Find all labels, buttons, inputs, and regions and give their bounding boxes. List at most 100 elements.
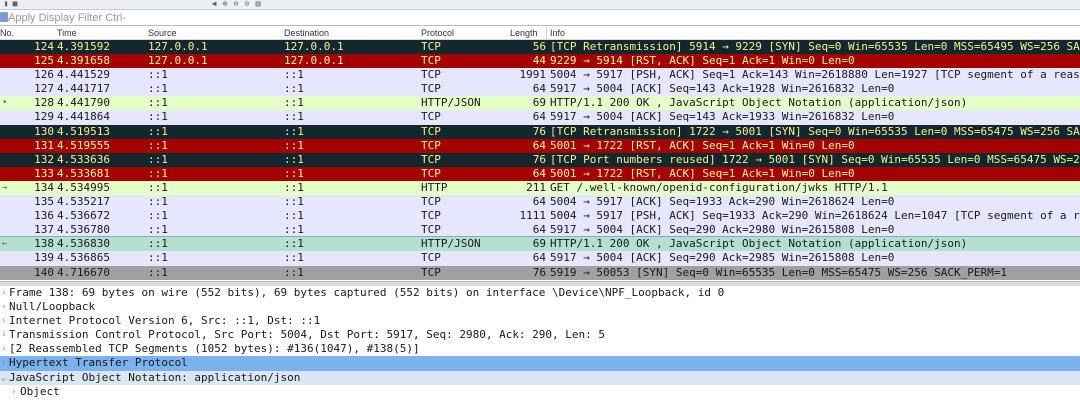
- packet-info: 5917 → 5004 [ACK] Seq=143 Ack=1933 Win=2…: [550, 110, 895, 124]
- packet-row[interactable]: 137 4.536780::1::1 TCP 64 5917 → 5004 [ACK] …: [0, 223, 1080, 238]
- go-back-icon[interactable]: ◀: [210, 0, 218, 8]
- column-length[interactable]: Length: [510, 28, 538, 38]
- packet-source: ::1: [148, 237, 168, 251]
- detail-tree-label: Transmission Control Protocol, Src Port:…: [9, 328, 606, 342]
- column-info[interactable]: Info: [550, 28, 565, 38]
- detail-tree-label: Frame 138: 69 bytes on wire (552 bits), …: [9, 286, 725, 299]
- packet-destination: ::1: [284, 180, 304, 194]
- main-toolbar: ▮ ■ ◀ ⊕ ⊖ ⊙ ▥: [0, 0, 1080, 10]
- column-source[interactable]: Source: [148, 28, 177, 38]
- packet-time: 4.391592: [57, 40, 110, 53]
- packet-row[interactable]: 125 4.391658 127.0.0.1 127.0.0.1 TCP 44 9229 →…: [0, 54, 1080, 69]
- detail-tree-item[interactable]: › Hypertext Transfer Protocol: [0, 356, 1080, 371]
- column-destination[interactable]: Destination: [284, 28, 329, 38]
- packet-info: 5917 → 5004 [ACK] Seq=290 Ack=2980 Win=2…: [550, 223, 895, 237]
- packet-row[interactable]: 124 4.391592 127.0.0.1 127.0.0.1 TCP 56 [TCP R…: [0, 40, 1080, 55]
- packet-source: ::1: [148, 180, 168, 194]
- packet-row[interactable]: 127 4.441717::1::1 TCP 64 5917 → 5004 [ACK] …: [0, 82, 1080, 97]
- packet-row[interactable]: 126 4.441529::1::1 TCP 1991 5004 → 5917 [PSH…: [0, 68, 1080, 83]
- packet-info: HTTP/1.1 200 OK , JavaScript Object Nota…: [550, 96, 968, 110]
- packet-time: 4.716670: [57, 265, 110, 279]
- stop-icon[interactable]: ■: [11, 0, 19, 8]
- packet-row[interactable]: 135 4.535217::1::1 TCP 64 5004 → 5917 [ACK] …: [0, 195, 1080, 210]
- packet-source: ::1: [148, 68, 168, 82]
- packet-info: GET /.well-known/openid-configuration/jw…: [550, 180, 888, 194]
- packet-protocol: TCP: [421, 124, 441, 138]
- packet-row[interactable]: 140 4.716670::1::1 TCP 76 5919 → 50053 [SYN]…: [0, 265, 1080, 280]
- packet-source: ::1: [148, 138, 168, 152]
- packet-row[interactable]: 132 4.533636::1::1 TCP 76 [TCP Port numbers …: [0, 152, 1080, 167]
- packet-source: 127.0.0.1: [148, 40, 208, 53]
- collapse-arrow-icon[interactable]: ⌄: [1, 371, 9, 385]
- packet-length: 64: [532, 195, 546, 209]
- detail-tree-item[interactable]: › Object: [0, 385, 1080, 399]
- packet-destination: 127.0.0.1: [284, 54, 344, 68]
- column-no[interactable]: No.: [0, 28, 14, 38]
- packet-info: 5917 → 5004 [ACK] Seq=143 Ack=1928 Win=2…: [550, 82, 895, 96]
- packet-protocol: HTTP/JSON: [421, 237, 481, 251]
- expand-arrow-icon[interactable]: ›: [1, 286, 9, 300]
- zoom-out-icon[interactable]: ⊖: [232, 0, 240, 8]
- packet-info: 5004 → 5917 [PSH, ACK] Seq=1933 Ack=290 …: [550, 209, 1080, 223]
- packet-row[interactable]: 139 4.536865::1::1 TCP 64 5917 → 5004 [ACK] …: [0, 251, 1080, 266]
- packet-length: 64: [532, 166, 546, 180]
- packet-row[interactable]: → 134 4.534995::1::1 HTTP 211 GET /.well-know…: [0, 180, 1080, 196]
- expand-arrow-icon[interactable]: ›: [11, 385, 19, 399]
- packet-time: 4.441864: [57, 110, 110, 124]
- packet-info: 5919 → 50053 [SYN] Seq=0 Win=65535 Len=0…: [550, 265, 1007, 279]
- open-icon[interactable]: ▮: [2, 0, 10, 8]
- packet-length: 211: [526, 180, 546, 194]
- zoom-reset-icon[interactable]: ⊙: [243, 0, 251, 8]
- expand-arrow-icon[interactable]: ›: [1, 314, 9, 328]
- bookmark-filter-icon[interactable]: [0, 12, 8, 22]
- packet-time: 4.441529: [57, 68, 110, 82]
- expand-arrow-icon[interactable]: ›: [1, 342, 9, 356]
- packet-list-header: No. Time Source Destination Protocol Len…: [0, 27, 1080, 40]
- packet-number: 131: [34, 138, 54, 152]
- packet-destination: ::1: [284, 251, 304, 265]
- packet-length: 76: [532, 265, 546, 279]
- packet-protocol: TCP: [421, 54, 441, 68]
- detail-tree-item[interactable]: › [2 Reassembled TCP Segments (1052 bytes…: [0, 342, 1080, 356]
- packet-number: 128: [34, 96, 54, 110]
- packet-protocol: TCP: [421, 251, 441, 265]
- packet-source: ::1: [148, 195, 168, 209]
- column-separator[interactable]: [546, 27, 547, 39]
- packet-source: ::1: [148, 152, 168, 166]
- detail-tree-item[interactable]: › Internet Protocol Version 6, Src: ::1, …: [0, 314, 1080, 328]
- packet-source: ::1: [148, 209, 168, 223]
- zoom-in-icon[interactable]: ⊕: [221, 0, 229, 8]
- resize-columns-icon[interactable]: ▥: [254, 0, 262, 8]
- packet-row[interactable]: ← 138 4.536830::1::1 HTTP/JSON 69 HTTP/1.1 20…: [0, 236, 1080, 253]
- detail-tree-label: Hypertext Transfer Protocol: [9, 356, 188, 370]
- packet-row[interactable]: • 128 4.441790::1::1 HTTP/JSON 69 HTTP/1.1 20…: [0, 96, 1080, 111]
- packet-row[interactable]: 131 4.519555::1::1 TCP 64 5001 → 1722 [RST, …: [0, 138, 1080, 153]
- expand-arrow-icon[interactable]: ›: [1, 356, 9, 370]
- packet-protocol: TCP: [421, 265, 441, 279]
- display-filter-input[interactable]: [8, 10, 608, 25]
- packet-row[interactable]: 129 4.441864::1::1 TCP 64 5917 → 5004 [ACK] …: [0, 110, 1080, 125]
- packet-list: 124 4.391592 127.0.0.1 127.0.0.1 TCP 56 [TCP R…: [0, 40, 1080, 280]
- packet-length: 76: [532, 124, 546, 138]
- packet-destination: ::1: [284, 82, 304, 96]
- packet-row[interactable]: 133 4.533681::1::1 TCP 64 5001 → 1722 [RST, …: [0, 166, 1080, 181]
- packet-row[interactable]: 136 4.536672::1::1 TCP 1111 5004 → 5917 [PSH…: [0, 209, 1080, 224]
- expand-arrow-icon[interactable]: ›: [1, 328, 9, 342]
- packet-number: 134: [34, 180, 54, 194]
- packet-destination: ::1: [284, 209, 304, 223]
- detail-tree-item[interactable]: › Transmission Control Protocol, Src Port…: [0, 328, 1080, 342]
- detail-tree-label: Object: [20, 384, 60, 398]
- detail-tree-item[interactable]: › Null/Loopback: [0, 300, 1080, 314]
- detail-tree-label: Null/Loopback: [9, 300, 96, 314]
- expand-arrow-icon[interactable]: ›: [1, 300, 9, 314]
- packet-info: 5001 → 1722 [RST, ACK] Seq=1 Ack=1 Win=0…: [550, 166, 855, 180]
- column-protocol[interactable]: Protocol: [421, 28, 454, 38]
- packet-time: 4.391658: [57, 54, 110, 68]
- detail-tree-item[interactable]: › Frame 138: 69 bytes on wire (552 bits),…: [0, 286, 1080, 300]
- column-time[interactable]: Time: [57, 28, 77, 38]
- packet-row[interactable]: 130 4.519513::1::1 TCP 76 [TCP Retransmissio…: [0, 124, 1080, 139]
- packet-length: 56: [532, 40, 546, 53]
- packet-destination: ::1: [284, 223, 304, 237]
- packet-destination: ::1: [284, 138, 304, 152]
- detail-tree-item[interactable]: ⌄ JavaScript Object Notation: application…: [0, 370, 1080, 385]
